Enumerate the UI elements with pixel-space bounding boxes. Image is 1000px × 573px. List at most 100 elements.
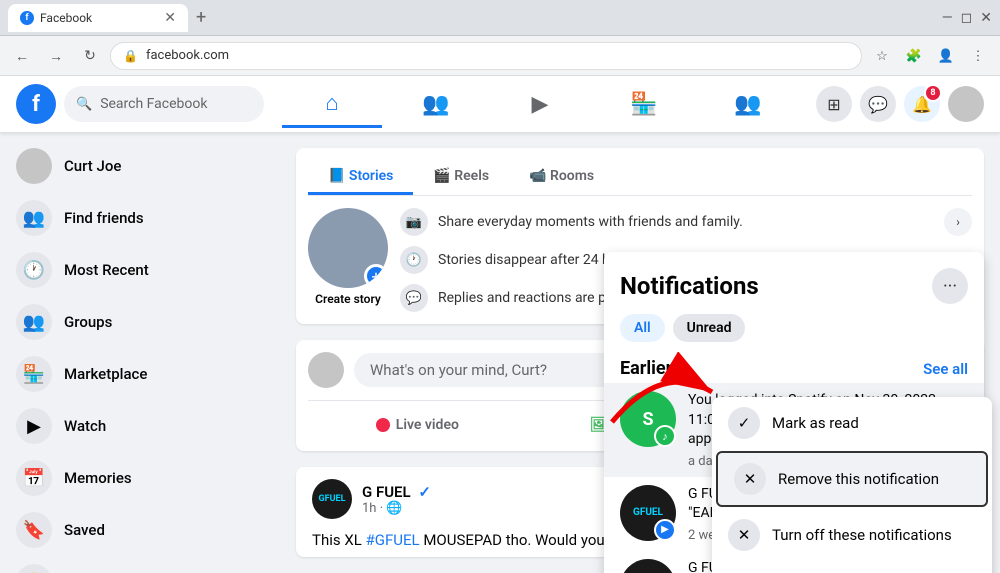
mark-read-label: Mark as read xyxy=(772,414,859,432)
back-button[interactable]: ← xyxy=(8,42,36,70)
stories-expire-icon: 🕐 xyxy=(400,246,428,274)
share-moments-icon: 📷 xyxy=(400,208,428,236)
new-tab-button[interactable]: + xyxy=(196,7,206,28)
context-remove-notification[interactable]: ✕ Remove this notification xyxy=(716,451,988,507)
stories-tab-label: Stories xyxy=(349,168,393,184)
notifications-tabs: All Unread xyxy=(620,314,968,342)
notifications-title: Notifications xyxy=(620,272,759,300)
memories-icon: 📅 xyxy=(16,460,52,496)
post-time: 1h xyxy=(362,501,376,516)
tab-stories[interactable]: 📘 Stories xyxy=(308,160,413,195)
pages-icon: ⭐ xyxy=(16,564,52,573)
context-menu: ✓ Mark as read ✕ Remove this notificatio… xyxy=(712,397,992,573)
marketplace-icon: 🏪 xyxy=(630,92,657,117)
extensions-button[interactable]: 🧩 xyxy=(900,42,928,70)
notif-tab-unread[interactable]: Unread xyxy=(673,314,746,342)
profile-button[interactable]: 👤 xyxy=(932,42,960,70)
notification-badge: 8 xyxy=(924,84,942,102)
minimize-button[interactable]: — xyxy=(942,10,953,26)
sidebar-most-recent-label: Most Recent xyxy=(64,261,149,279)
address-text: facebook.com xyxy=(146,48,229,63)
tab-favicon: f xyxy=(20,11,34,25)
marketplace-sidebar-icon: 🏪 xyxy=(16,356,52,392)
story-info-text-1: Share everyday moments with friends and … xyxy=(438,214,743,230)
story-arrow-icon: › xyxy=(944,208,972,236)
nav-friends[interactable]: 👥 xyxy=(386,80,486,128)
post-text: This XL xyxy=(312,531,366,549)
sidebar-groups-label: Groups xyxy=(64,313,112,331)
notif-avatar-spotify: S ♪ xyxy=(620,391,676,447)
bookmark-button[interactable]: ☆ xyxy=(868,42,896,70)
nav-home[interactable]: ⌂ xyxy=(282,80,382,128)
post-hashtag[interactable]: #GFUEL xyxy=(366,531,420,549)
facebook-app: f 🔍 Search Facebook ⌂ 👥 ▶ 🏪 xyxy=(0,76,1000,573)
search-placeholder: Search Facebook xyxy=(100,96,207,112)
browser-tab[interactable]: f Facebook ✕ xyxy=(8,4,188,32)
most-recent-icon: 🕐 xyxy=(16,252,52,288)
app-inner: Curt Joe 👥 Find friends 🕐 Most Recent 👥 … xyxy=(0,132,1000,573)
verified-badge: ✓ xyxy=(418,483,431,501)
turn-off-label: Turn off these notifications xyxy=(772,526,952,544)
find-friends-icon: 👥 xyxy=(16,200,52,236)
live-video-button[interactable]: Live video xyxy=(308,411,527,439)
address-bar[interactable]: 🔒 facebook.com xyxy=(110,42,862,70)
grid-icon: ⊞ xyxy=(827,95,840,114)
create-story-label: Create story xyxy=(315,292,381,306)
sidebar-saved-label: Saved xyxy=(64,521,105,539)
composer-avatar xyxy=(308,352,344,388)
grid-button[interactable]: ⊞ xyxy=(816,86,852,122)
sidebar-item-groups[interactable]: 👥 Groups xyxy=(8,296,272,348)
post-avatar: GFUEL xyxy=(312,479,352,519)
gfuel2-avatar-img: GFUEL xyxy=(620,559,676,573)
messenger-button[interactable]: 💬 xyxy=(860,86,896,122)
watch-icon: ▶ xyxy=(532,92,549,117)
lock-icon: 🔒 xyxy=(123,49,138,63)
nav-watch[interactable]: ▶ xyxy=(490,80,590,128)
sidebar-item-pages[interactable]: ⭐ Pages xyxy=(8,556,272,573)
tab-reels[interactable]: 🎬 Reels xyxy=(413,160,509,195)
notif-tab-all[interactable]: All xyxy=(620,314,665,342)
sidebar-item-memories[interactable]: 📅 Memories xyxy=(8,452,272,504)
notifications-header: Notifications ··· All Unread xyxy=(604,252,984,350)
sidebar-item-watch[interactable]: ▶ Watch xyxy=(8,400,272,452)
forward-button[interactable]: → xyxy=(42,42,70,70)
refresh-button[interactable]: ↻ xyxy=(76,42,104,70)
sidebar: Curt Joe 👥 Find friends 🕐 Most Recent 👥 … xyxy=(0,132,280,573)
context-turn-off[interactable]: ✕ Turn off these notifications xyxy=(712,509,992,561)
stories-tabs: 📘 Stories 🎬 Reels 📹 Rooms xyxy=(308,160,972,196)
notifications-button[interactable]: 🔔 8 xyxy=(904,86,940,122)
notif-avatar-gfuel2: GFUEL ▶ xyxy=(620,559,676,573)
tab-close-button[interactable]: ✕ xyxy=(164,10,176,26)
profile-avatar-button[interactable] xyxy=(948,86,984,122)
header-actions: ⊞ 💬 🔔 8 xyxy=(816,86,984,122)
close-window-button[interactable]: ✕ xyxy=(980,10,992,26)
maximize-button[interactable]: ◻ xyxy=(961,10,973,26)
rooms-tab-icon: 📹 xyxy=(529,168,546,184)
context-report-issue[interactable]: ⚑ Report issue to Notifications Team xyxy=(712,561,992,573)
post-privacy-icon: · 🌐 xyxy=(380,501,403,516)
notifications-see-all[interactable]: See all xyxy=(923,360,968,378)
context-mark-read[interactable]: ✓ Mark as read xyxy=(712,397,992,449)
nav-groups[interactable]: 👥 xyxy=(698,80,798,128)
browser-menu-button[interactable]: ⋮ xyxy=(964,42,992,70)
nav-marketplace[interactable]: 🏪 xyxy=(594,80,694,128)
mark-read-icon: ✓ xyxy=(728,407,760,439)
sidebar-item-profile[interactable]: Curt Joe xyxy=(8,140,272,192)
sidebar-item-saved[interactable]: 🔖 Saved xyxy=(8,504,272,556)
live-video-label: Live video xyxy=(396,417,459,433)
sidebar-item-find-friends[interactable]: 👥 Find friends xyxy=(8,192,272,244)
sidebar-item-most-recent[interactable]: 🕐 Most Recent xyxy=(8,244,272,296)
browser-titlebar: f Facebook ✕ + — ◻ ✕ xyxy=(0,0,1000,36)
create-story-button[interactable]: + Create story xyxy=(308,208,388,306)
sidebar-memories-label: Memories xyxy=(64,469,132,487)
sidebar-item-marketplace[interactable]: 🏪 Marketplace xyxy=(8,348,272,400)
search-bar[interactable]: 🔍 Search Facebook xyxy=(64,86,264,122)
notifications-more-button[interactable]: ··· xyxy=(932,268,968,304)
groups-sidebar-icon: 👥 xyxy=(16,304,52,340)
friends-icon: 👥 xyxy=(422,92,449,117)
messenger-icon: 💬 xyxy=(868,95,888,114)
tab-title: Facebook xyxy=(40,11,92,25)
remove-notification-icon: ✕ xyxy=(734,463,766,495)
remove-notification-label: Remove this notification xyxy=(778,470,939,488)
tab-rooms[interactable]: 📹 Rooms xyxy=(509,160,614,195)
